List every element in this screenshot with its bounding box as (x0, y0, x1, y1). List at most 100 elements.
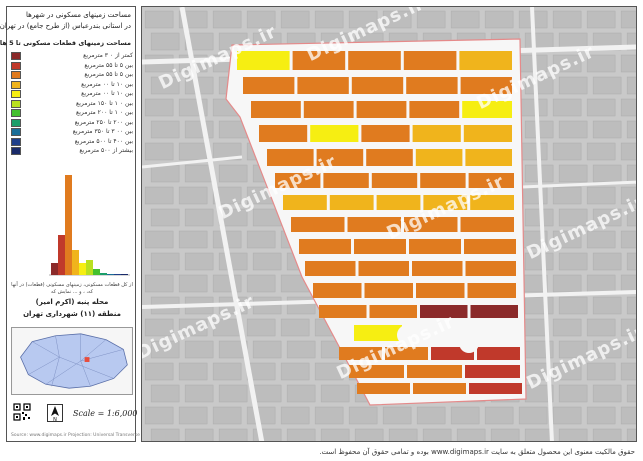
parcel (364, 283, 413, 298)
base-block (450, 10, 480, 29)
legend-swatch (11, 118, 21, 127)
base-block (552, 406, 582, 425)
parcel (361, 125, 410, 142)
base-block (620, 406, 636, 425)
base-block (524, 296, 554, 315)
base-block (178, 362, 208, 381)
parcel (319, 305, 367, 318)
north-arrow-icon: N (47, 404, 63, 422)
base-block (150, 32, 180, 51)
parcel (351, 77, 404, 94)
base-block (178, 230, 208, 249)
parcel (409, 101, 460, 118)
svg-text:N: N (53, 417, 57, 422)
base-block (626, 76, 636, 95)
base-block (184, 164, 214, 183)
parcel (469, 383, 522, 394)
parcel (413, 383, 466, 394)
base-block (178, 274, 208, 293)
base-block (144, 10, 174, 29)
parcel (412, 125, 461, 142)
parcel (477, 347, 520, 360)
histogram-bar (72, 250, 79, 275)
base-block (178, 406, 208, 425)
base-block (280, 318, 310, 337)
base-block (592, 384, 622, 403)
base-block (592, 120, 622, 139)
parcel (463, 125, 512, 142)
parcel (416, 283, 465, 298)
histogram-bar (65, 175, 72, 275)
histogram-bar (114, 274, 121, 275)
base-block (150, 208, 180, 227)
base-block (450, 406, 480, 425)
parcel (464, 239, 516, 254)
base-block (518, 98, 548, 117)
parcel (283, 195, 327, 210)
base-block (620, 142, 636, 161)
base-block (184, 208, 214, 227)
base-block (246, 274, 276, 293)
parcel (329, 195, 374, 210)
legend-label: کمتر از ۰ ۳ مترمربع (83, 52, 133, 59)
base-block (558, 428, 588, 441)
base-block (552, 142, 582, 161)
parcel (467, 283, 516, 298)
base-block (218, 252, 248, 271)
base-block (184, 340, 214, 359)
parcel (406, 77, 458, 94)
parcel (460, 217, 514, 232)
legend-swatch (11, 52, 21, 60)
base-block (286, 340, 316, 359)
parcel (358, 261, 409, 276)
base-block (620, 274, 636, 293)
parcel (376, 195, 421, 210)
base-block (620, 362, 636, 381)
base-block (218, 384, 248, 403)
parcel (299, 239, 351, 254)
legend-swatch (11, 137, 21, 146)
parcel (409, 239, 461, 254)
parcel (310, 125, 359, 142)
base-block (552, 10, 582, 29)
base-block (314, 10, 344, 29)
parcel (470, 305, 518, 318)
parcel (465, 149, 512, 166)
legend-swatch (11, 71, 21, 79)
base-block (280, 362, 310, 381)
base-block (212, 10, 242, 29)
base-block (320, 428, 350, 441)
parcel (369, 305, 417, 318)
parcel (403, 51, 457, 70)
base-block (518, 142, 548, 161)
base-block (144, 186, 174, 205)
histogram-bar (107, 274, 114, 275)
map-sheet: مساحت زمینهای مسکونی در شهرها در استانی … (0, 0, 643, 461)
legend-item: بین ۰ ۱ تا ۲۰۰ مترمربع (11, 108, 133, 118)
base-block (558, 164, 588, 183)
map-title: مساحت زمینهای مسکونی در شهرها (26, 11, 131, 19)
legend-item: کمتر از ۰ ۳ مترمربع (11, 51, 133, 61)
map-view[interactable]: Digimaps.ir Digimaps.ir Digimaps.ir Digi… (141, 6, 637, 442)
legend-label: بین ۲۰۰ تا ۲۵۰ مترمربع (74, 118, 133, 126)
base-block (382, 406, 412, 425)
legend-swatch (11, 80, 21, 89)
histogram-bar (100, 273, 107, 275)
parcel (412, 261, 463, 276)
base-block (348, 406, 378, 425)
base-block (212, 406, 242, 425)
base-block (144, 230, 174, 249)
parcel (291, 217, 345, 232)
qr-code-icon (13, 403, 31, 421)
legend-item: بین ۵ تا ۵۵ مترمربع (11, 61, 133, 71)
legend-item: بین ۰ ۱ تا ۱۵۰ مترمربع (11, 99, 133, 109)
legend-item: بین ۱۰ تا ۰۰ مترمربع (11, 80, 133, 90)
legend-swatch (11, 90, 21, 98)
base-block (246, 318, 276, 337)
parcel (357, 383, 410, 394)
parcel (459, 51, 512, 70)
base-block (184, 384, 214, 403)
base-block (626, 428, 636, 441)
base-block (416, 406, 446, 425)
histogram-bar (58, 235, 65, 275)
